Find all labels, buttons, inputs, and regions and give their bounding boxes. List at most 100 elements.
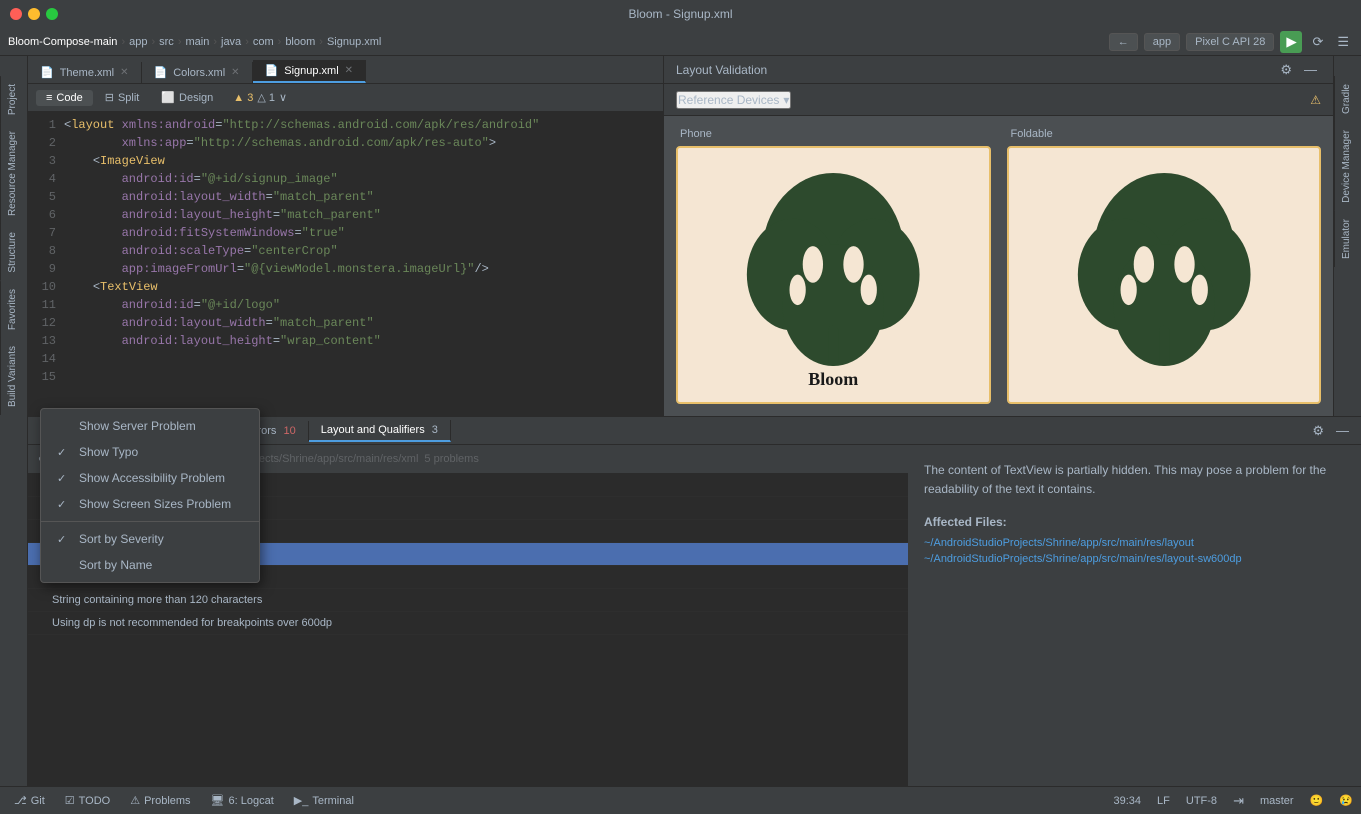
- encoding: UTF-8: [1186, 795, 1217, 807]
- close-button[interactable]: [10, 8, 22, 20]
- device-dropdown[interactable]: Pixel C API 28: [1186, 33, 1274, 51]
- traffic-lights: [10, 8, 58, 20]
- vcs-branch: master: [1260, 795, 1294, 807]
- breadcrumb-app[interactable]: app: [129, 36, 147, 48]
- foldable-monstera-svg: [1040, 173, 1288, 376]
- breadcrumb-file[interactable]: Signup.xml: [327, 36, 381, 48]
- logcat-tool[interactable]: 🖥 6: Logcat: [205, 792, 280, 809]
- menu-separator: [41, 521, 259, 522]
- indent-icon: ⇥: [1233, 793, 1244, 809]
- back-button[interactable]: ←: [1109, 33, 1138, 51]
- reference-devices-dropdown[interactable]: Reference Devices ▾: [676, 91, 791, 109]
- problem-item-5[interactable]: String containing more than 120 characte…: [28, 589, 908, 612]
- tab-theme-xml[interactable]: 📄 Theme.xml ✕: [28, 62, 142, 83]
- left-sidebar: Project Resource Manager Structure Favor…: [0, 56, 28, 786]
- right-sidebar: Gradle Device Manager Emulator: [1333, 56, 1361, 416]
- breadcrumb-com[interactable]: com: [253, 36, 274, 48]
- menu-show-screen-sizes[interactable]: ✓ Show Screen Sizes Problem: [41, 491, 259, 517]
- sidebar-item-favorites[interactable]: Favorites: [0, 281, 27, 338]
- refresh-button[interactable]: ⟳: [1308, 32, 1327, 52]
- menu-label-sort-name: Sort by Name: [79, 558, 152, 572]
- reference-devices-label: Reference Devices: [678, 93, 779, 107]
- code-icon: ≡: [46, 92, 52, 104]
- menu-show-server-problem[interactable]: Show Server Problem: [41, 413, 259, 439]
- affected-files-label: Affected Files:: [924, 515, 1345, 529]
- layout-validation-panel: Layout Validation ⚙ — Reference Devices …: [663, 56, 1333, 416]
- menu-sort-by-name[interactable]: Sort by Name: [41, 552, 259, 578]
- sidebar-item-project[interactable]: Project: [0, 76, 27, 123]
- design-view-btn[interactable]: ⬜ Design: [151, 89, 223, 106]
- menu-show-accessibility[interactable]: ✓ Show Accessibility Problem: [41, 465, 259, 491]
- detail-description: The content of TextView is partially hid…: [924, 461, 1345, 499]
- menu-label-typo: Show Typo: [79, 445, 138, 459]
- code-view-btn[interactable]: ≡ Code: [36, 90, 93, 106]
- tab-signup-xml[interactable]: 📄 Signup.xml ✕: [253, 60, 367, 83]
- toolbar-right: ← app Pixel C API 28 ▶ ⟳ ☰: [1109, 31, 1353, 53]
- sidebar-item-emulator[interactable]: Emulator: [1334, 211, 1361, 267]
- title-bar: Bloom - Signup.xml: [0, 0, 1361, 28]
- split-icon: ⊟: [105, 91, 114, 104]
- check-accessibility: ✓: [57, 472, 71, 485]
- code-editor[interactable]: 12345 678910 1112131415 <layout xmlns:an…: [28, 112, 663, 416]
- close-signup-tab[interactable]: ✕: [345, 65, 353, 76]
- breadcrumb-bloom[interactable]: bloom: [285, 36, 315, 48]
- git-tool[interactable]: ⎇ Git: [8, 792, 51, 809]
- sidebar-item-build-variants[interactable]: Build Variants: [0, 338, 27, 415]
- editor-section: 📄 Theme.xml ✕ 📄 Colors.xml ✕ 📄 Signup.xm…: [28, 56, 1361, 416]
- status-bar: 39:34 LF UTF-8 ⇥ master 🙂 😢: [1114, 793, 1353, 809]
- sad-emoji-icon: 😢: [1339, 794, 1353, 807]
- run-button[interactable]: ▶: [1280, 31, 1302, 53]
- sidebar-item-resource-manager[interactable]: Resource Manager: [0, 123, 27, 224]
- maximize-button[interactable]: [46, 8, 58, 20]
- settings-icon[interactable]: ⚙: [1276, 60, 1296, 80]
- check-screen-sizes: ✓: [57, 498, 71, 511]
- menu-sort-by-severity[interactable]: ✓ Sort by Severity: [41, 526, 259, 552]
- settings-problems-icon[interactable]: ⚙: [1308, 421, 1328, 441]
- problems-tool[interactable]: ⚠ Problems: [124, 792, 196, 809]
- line-separator: LF: [1157, 795, 1170, 807]
- affected-file-0[interactable]: ~/AndroidStudioProjects/Shrine/app/src/m…: [924, 537, 1345, 549]
- close-theme-tab[interactable]: ✕: [120, 67, 128, 78]
- device-previews-area: Phone: [664, 116, 1333, 416]
- sidebar-item-gradle[interactable]: Gradle: [1334, 76, 1361, 122]
- menu-button[interactable]: ☰: [1333, 32, 1353, 52]
- tab-colors-xml[interactable]: 📄 Colors.xml ✕: [142, 62, 253, 83]
- menu-label-server-problem: Show Server Problem: [79, 419, 196, 433]
- foldable-label: Foldable: [1007, 128, 1053, 140]
- breadcrumb-src[interactable]: src: [159, 36, 174, 48]
- close-colors-tab[interactable]: ✕: [231, 67, 239, 78]
- breadcrumb-project[interactable]: Bloom-Compose-main: [8, 36, 117, 48]
- editor-view-toolbar: ≡ Code ⊟ Split ⬜ Design ▲ 3: [28, 84, 663, 112]
- phone-monstera-svg: [709, 173, 957, 376]
- terminal-tool[interactable]: ▶_ Terminal: [288, 792, 360, 809]
- app-dropdown[interactable]: app: [1144, 33, 1180, 51]
- detail-panel: The content of TextView is partially hid…: [908, 445, 1361, 786]
- sidebar-item-structure[interactable]: Structure: [0, 224, 27, 281]
- minimize-panel-icon[interactable]: —: [1300, 60, 1321, 80]
- sidebar-item-device-manager[interactable]: Device Manager: [1334, 122, 1361, 211]
- foldable-frame: [1007, 146, 1322, 404]
- project-errors-badge: 10: [284, 425, 296, 437]
- breadcrumb-main[interactable]: main: [185, 36, 209, 48]
- minimize-problems-icon[interactable]: —: [1332, 421, 1353, 441]
- todo-tool[interactable]: ☑ TODO: [59, 792, 116, 809]
- context-menu: Show Server Problem ✓ Show Typo ✓ Show A…: [40, 408, 260, 583]
- tab-icon: 📄: [154, 66, 168, 79]
- chevron-down-icon: ▾: [783, 93, 789, 107]
- minimize-button[interactable]: [28, 8, 40, 20]
- reference-devices-bar: Reference Devices ▾ ⚠: [664, 84, 1333, 116]
- split-view-btn[interactable]: ⊟ Split: [95, 89, 150, 106]
- phone-preview: Phone: [676, 128, 991, 404]
- warnings-badges: ▲ 3 △ 1 ∨: [233, 91, 287, 104]
- tab-icon: 📄: [265, 64, 279, 77]
- affected-file-1[interactable]: ~/AndroidStudioProjects/Shrine/app/src/m…: [924, 553, 1345, 565]
- logcat-icon: 🖥: [211, 794, 225, 807]
- cursor-position: 39:34: [1114, 795, 1142, 807]
- problem-item-6[interactable]: Using dp is not recommended for breakpoi…: [28, 612, 908, 635]
- terminal-icon: ▶_: [294, 794, 309, 807]
- breadcrumb-java[interactable]: java: [221, 36, 241, 48]
- menu-label-sort-severity: Sort by Severity: [79, 532, 164, 546]
- menu-show-typo[interactable]: ✓ Show Typo: [41, 439, 259, 465]
- tab-layout-qualifiers[interactable]: Layout and Qualifiers 3: [309, 420, 451, 442]
- phone-label: Phone: [676, 128, 712, 140]
